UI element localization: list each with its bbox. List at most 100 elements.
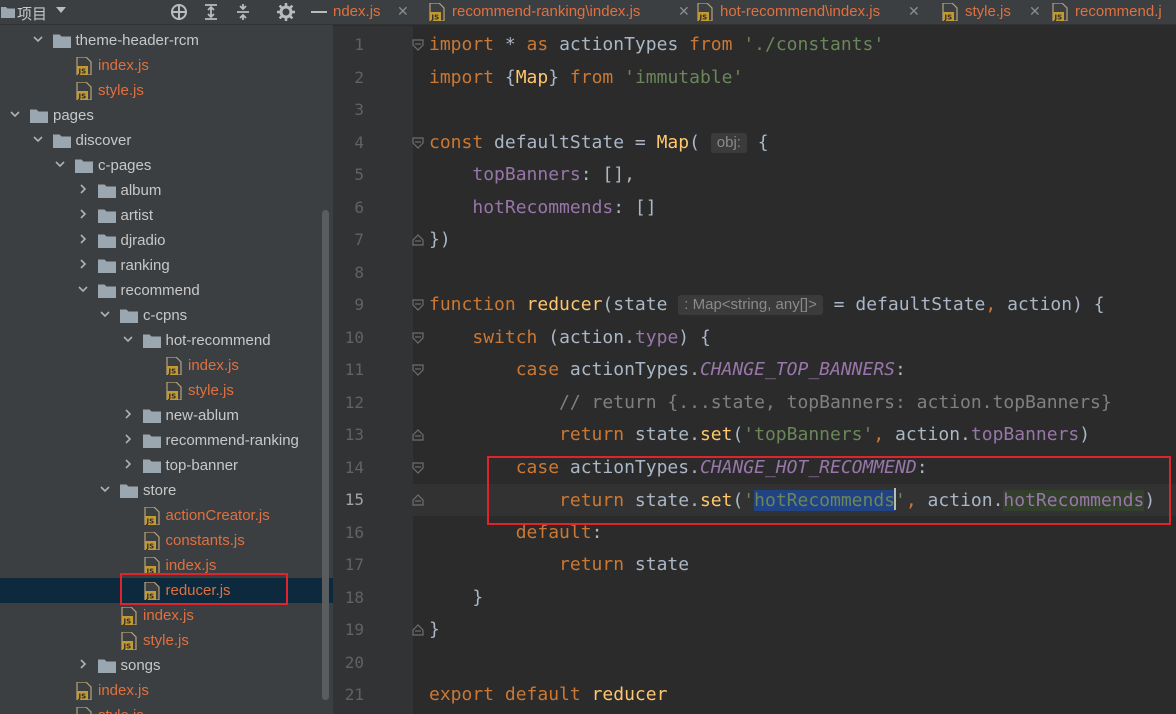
chevron-right-icon[interactable] — [121, 407, 135, 421]
code-token: topBanners — [472, 164, 581, 185]
tree-folder-row[interactable]: theme-header-rcm — [0, 28, 333, 53]
fold-close-icon[interactable] — [411, 623, 425, 637]
svg-text:JS: JS — [78, 693, 87, 701]
tree-item-label: ranking — [120, 257, 170, 274]
chevron-down-icon[interactable] — [8, 107, 22, 121]
svg-text:JS: JS — [123, 618, 132, 626]
code-token: as — [526, 34, 549, 55]
code-token: defaultState = — [483, 131, 657, 153]
code-token: (action. — [537, 326, 635, 348]
chevron-right-icon[interactable] — [76, 657, 90, 671]
fold-close-icon[interactable] — [411, 428, 425, 442]
chevron-right-icon[interactable] — [76, 232, 90, 246]
fold-open-icon[interactable] — [411, 136, 425, 150]
tree-folder-row[interactable]: songs — [0, 653, 333, 678]
chevron-right-icon[interactable] — [76, 182, 90, 196]
tree-folder-row[interactable]: discover — [0, 128, 333, 153]
tree-folder-row[interactable]: recommend-ranking — [0, 428, 333, 453]
tree-folder-row[interactable]: recommend — [0, 278, 333, 303]
fold-open-icon[interactable] — [411, 461, 425, 475]
tree-file-row[interactable]: JS constants.js — [0, 528, 333, 553]
tree-file-row[interactable]: JS style.js — [0, 78, 333, 103]
tree-folder-row[interactable]: artist — [0, 203, 333, 228]
tab-label: style.js — [965, 3, 1011, 20]
code-line: return state.set('topBanners', action.to… — [429, 423, 1090, 447]
fold-open-icon[interactable] — [411, 298, 425, 312]
tree-file-row[interactable]: JS actionCreator.js — [0, 503, 333, 528]
tree-folder-row[interactable]: new-ablum — [0, 403, 333, 428]
crosshair-icon[interactable] — [168, 2, 190, 22]
gear-icon[interactable] — [275, 2, 297, 22]
tree-folder-row[interactable]: top-banner — [0, 453, 333, 478]
tree-item-label: style.js — [98, 82, 144, 99]
line-number: 2 — [354, 67, 364, 87]
fold-open-icon[interactable] — [411, 331, 425, 345]
code-token: , — [985, 294, 997, 315]
close-icon[interactable]: ✕ — [397, 3, 409, 20]
line-number: 6 — [354, 197, 364, 217]
chevron-down-icon[interactable] — [98, 307, 112, 321]
close-icon[interactable]: ✕ — [908, 3, 920, 20]
tree-file-row[interactable]: JS style.js — [0, 703, 333, 714]
tree-item-label: artist — [120, 207, 154, 224]
collapse-all-icon[interactable] — [232, 2, 254, 22]
code-token: : [], — [580, 164, 635, 185]
tree-file-row[interactable]: JS index.js — [0, 678, 333, 703]
close-icon[interactable]: ✕ — [678, 3, 690, 20]
chevron-down-icon[interactable] — [98, 482, 112, 496]
tree-item-label: album — [120, 182, 162, 199]
code-token: }) — [429, 229, 451, 250]
close-icon[interactable]: ✕ — [1029, 3, 1041, 20]
line-number: 21 — [344, 685, 364, 704]
folder-icon — [142, 409, 161, 423]
chevron-down-icon[interactable] — [56, 7, 66, 13]
tree-item-label: index.js — [188, 357, 239, 374]
tree-folder-row[interactable]: ranking — [0, 253, 333, 278]
code-token: : [] — [613, 196, 657, 218]
tree-item-label: c-pages — [98, 157, 152, 174]
tree-folder-row[interactable]: album — [0, 178, 333, 203]
code-token: ( — [689, 131, 711, 153]
tree-folder-row[interactable]: pages — [0, 103, 333, 128]
code-line: import {Map} from 'immutable' — [429, 66, 743, 90]
chevron-down-icon[interactable] — [31, 32, 45, 46]
tree-file-row[interactable]: JS index.js — [0, 603, 333, 628]
chevron-down-icon[interactable] — [31, 132, 45, 146]
tree-folder-row[interactable]: store — [0, 478, 333, 503]
fold-close-icon[interactable] — [411, 493, 425, 507]
code-token: = defaultState — [822, 294, 986, 315]
project-panel-title[interactable]: 项目 — [17, 3, 47, 24]
tree-file-row[interactable]: JS index.js — [0, 353, 333, 378]
tree-item-label: c-cpns — [143, 307, 188, 324]
js-file-icon: JS — [75, 707, 93, 714]
code-token: ) { — [678, 326, 711, 348]
tree-scrollbar[interactable] — [322, 210, 329, 700]
fold-open-icon[interactable] — [411, 38, 425, 52]
tree-folder-row[interactable]: c-pages — [0, 153, 333, 178]
tree-file-row[interactable]: JS style.js — [0, 628, 333, 653]
chevron-down-icon[interactable] — [53, 157, 67, 171]
code-line: hotRecommends: [] — [429, 196, 657, 220]
tree-file-row[interactable]: JS style.js — [0, 378, 333, 403]
chevron-right-icon[interactable] — [121, 432, 135, 446]
fold-open-icon[interactable] — [411, 363, 425, 377]
code-token: } — [429, 586, 484, 608]
fold-close-icon[interactable] — [411, 233, 425, 247]
chevron-down-icon[interactable] — [121, 332, 135, 346]
chevron-down-icon[interactable] — [76, 282, 90, 296]
chevron-right-icon[interactable] — [76, 257, 90, 271]
tree-file-row[interactable]: JS index.js — [0, 53, 333, 78]
minimize-icon[interactable] — [308, 2, 330, 22]
line-number: 14 — [344, 457, 364, 477]
expand-all-icon[interactable] — [200, 2, 222, 22]
folder-icon — [30, 109, 48, 123]
folder-icon — [52, 134, 71, 148]
tree-folder-row[interactable]: hot-recommend — [0, 328, 333, 353]
tree-folder-row[interactable]: djradio — [0, 228, 333, 253]
tree-folder-row[interactable]: c-cpns — [0, 303, 333, 328]
svg-text:JS: JS — [123, 643, 132, 651]
chevron-right-icon[interactable] — [121, 457, 135, 471]
chevron-right-icon[interactable] — [76, 207, 90, 221]
